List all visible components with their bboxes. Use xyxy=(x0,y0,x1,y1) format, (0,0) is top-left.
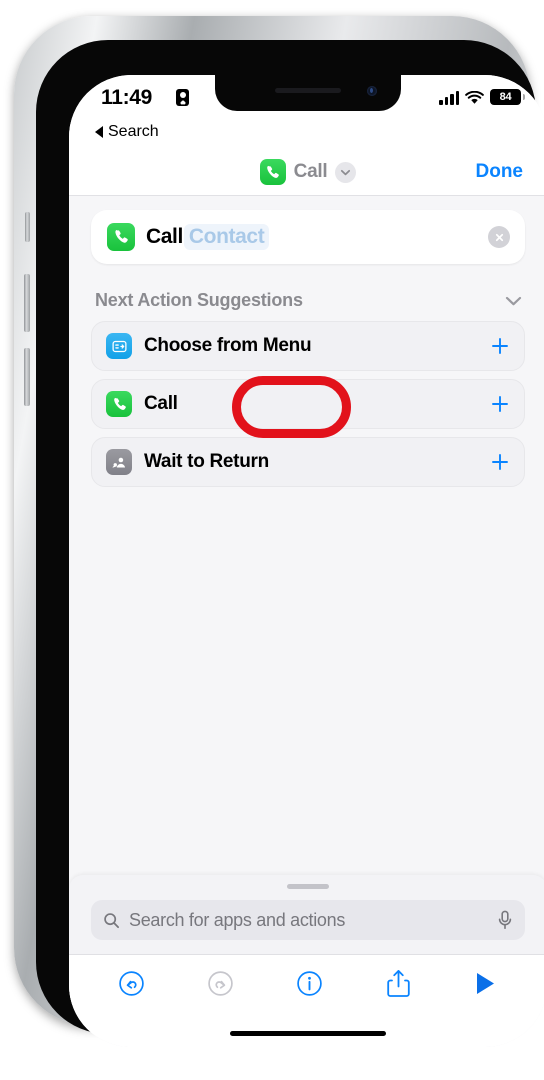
display-notch xyxy=(215,75,401,111)
home-indicator[interactable] xyxy=(230,1031,386,1036)
phone-screen: 11:49 84 Search Call Done Call Contact N… xyxy=(69,75,544,1047)
plus-icon[interactable] xyxy=(490,336,510,356)
editor-toolbar xyxy=(69,954,544,1011)
suggestion-list: Choose from Menu Call Wait to Return xyxy=(91,321,525,487)
list-item[interactable]: Call xyxy=(91,379,525,429)
nav-title-text: Call xyxy=(293,161,328,182)
person-wait-icon xyxy=(106,449,132,475)
run-button[interactable] xyxy=(473,970,498,997)
list-item-label: Call xyxy=(144,393,178,414)
battery-indicator: 84 xyxy=(490,89,525,105)
undo-button[interactable] xyxy=(118,970,145,997)
plus-icon[interactable] xyxy=(490,394,510,414)
navigation-bar: Call Done xyxy=(69,149,544,196)
phone-app-icon xyxy=(107,223,135,251)
search-input[interactable]: Search for apps and actions xyxy=(91,900,525,940)
phone-icon xyxy=(106,391,132,417)
redo-button[interactable] xyxy=(207,970,234,997)
cellular-signal-icon xyxy=(439,91,459,105)
shortcut-title-button[interactable]: Call xyxy=(259,159,357,185)
status-time: 11:49 xyxy=(101,86,153,109)
list-item[interactable]: Wait to Return xyxy=(91,437,525,487)
done-button[interactable]: Done xyxy=(476,161,524,183)
contact-parameter-token[interactable]: Contact xyxy=(183,224,270,250)
action-label: Call xyxy=(146,225,183,248)
info-button[interactable] xyxy=(296,970,323,997)
plus-icon[interactable] xyxy=(490,452,510,472)
front-camera-icon xyxy=(367,86,377,96)
mute-switch[interactable] xyxy=(25,212,30,242)
focus-badge-icon xyxy=(176,89,189,106)
volume-up-button[interactable] xyxy=(24,274,30,332)
list-item-label: Wait to Return xyxy=(144,451,269,472)
microphone-icon[interactable] xyxy=(497,910,513,930)
back-label: Search xyxy=(108,123,159,140)
earpiece-speaker xyxy=(275,88,341,93)
menu-list-icon xyxy=(106,333,132,359)
status-indicators: 84 xyxy=(439,89,525,105)
phone-app-icon xyxy=(259,159,286,185)
volume-down-button[interactable] xyxy=(24,348,30,406)
chevron-down-icon[interactable] xyxy=(504,295,523,307)
back-to-search-link[interactable]: Search xyxy=(69,121,544,149)
wifi-icon xyxy=(465,90,484,105)
list-item[interactable]: Choose from Menu xyxy=(91,321,525,371)
phone-frame: 11:49 84 Search Call Done Call Contact N… xyxy=(14,16,544,1047)
call-action-card[interactable]: Call Contact xyxy=(91,210,525,264)
share-button[interactable] xyxy=(386,969,411,998)
screenshot-stage: 11:49 84 Search Call Done Call Contact N… xyxy=(0,0,544,1080)
chevron-down-icon[interactable] xyxy=(335,161,357,183)
next-action-suggestions-header[interactable]: Next Action Suggestions xyxy=(95,290,523,311)
list-item-label: Choose from Menu xyxy=(144,335,312,356)
search-placeholder: Search for apps and actions xyxy=(129,909,346,930)
back-caret-icon xyxy=(95,126,103,138)
search-icon xyxy=(104,912,120,928)
home-indicator-area xyxy=(69,1011,544,1047)
shortcut-editor-content: Call Contact Next Action Suggestions Cho… xyxy=(69,196,544,893)
section-title: Next Action Suggestions xyxy=(95,290,303,310)
sheet-grabber[interactable] xyxy=(287,884,329,889)
clear-circle-icon[interactable] xyxy=(488,226,510,248)
action-library-sheet: Search for apps and actions xyxy=(69,875,544,1047)
phone-bezel: 11:49 84 Search Call Done Call Contact N… xyxy=(36,40,544,1047)
